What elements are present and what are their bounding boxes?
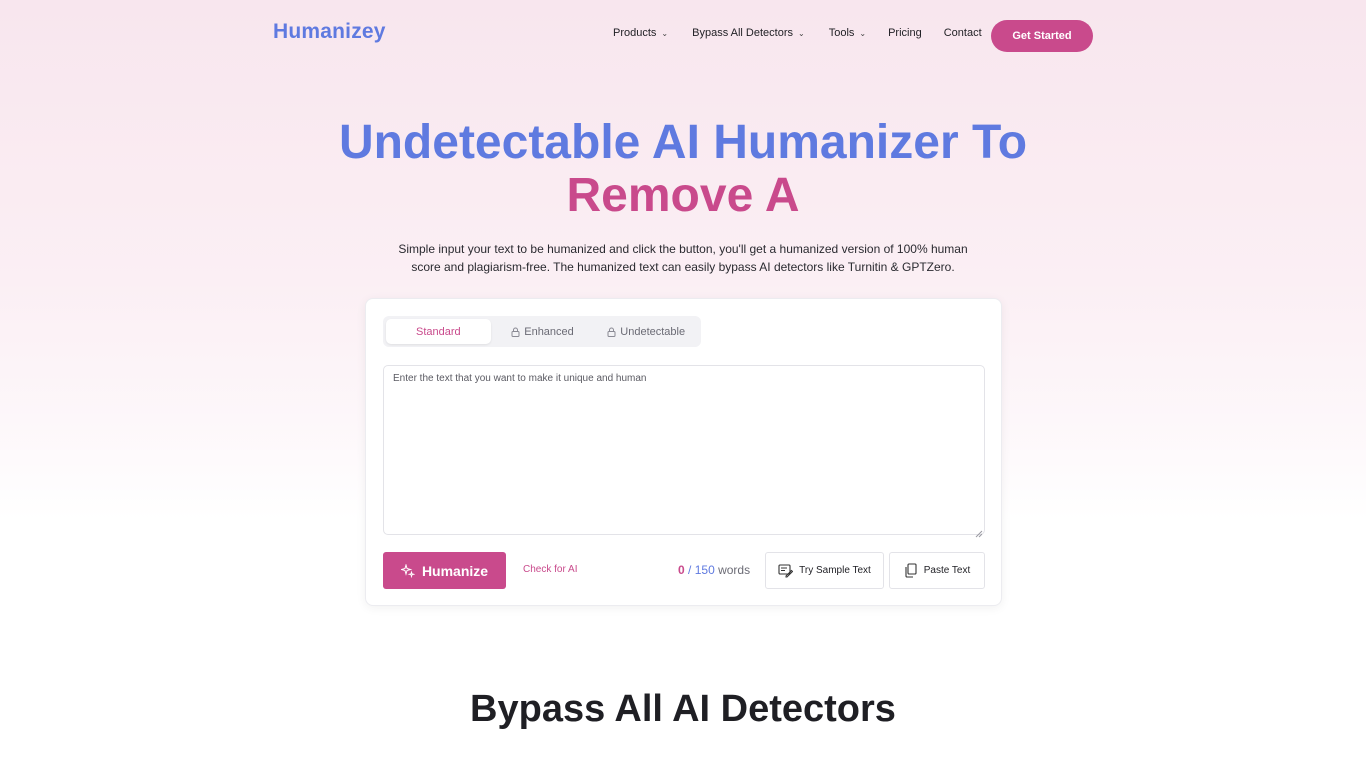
chevron-down-icon: ⌄ bbox=[661, 28, 669, 38]
paste-text-label: Paste Text bbox=[923, 565, 971, 576]
tab-standard[interactable]: Standard bbox=[386, 319, 491, 344]
nav-tools-label: Tools bbox=[828, 27, 855, 39]
logo[interactable]: Humanizey bbox=[273, 20, 386, 44]
nav-bypass-label: Bypass All Detectors bbox=[692, 27, 793, 39]
tab-enhanced[interactable]: Enhanced bbox=[491, 319, 595, 344]
hero-title-line1: Undetectable AI Humanizer To bbox=[338, 116, 1028, 169]
humanizer-card: Standard Enhanced Undetectable Humanize … bbox=[365, 298, 1002, 606]
word-count: 0 bbox=[678, 563, 685, 577]
hero-title-line2: Remove A bbox=[566, 169, 800, 222]
nav-bypass-all-detectors[interactable]: Bypass All Detectors ⌄ bbox=[692, 27, 805, 39]
nav-products[interactable]: Products ⌄ bbox=[613, 27, 668, 39]
tab-undetectable[interactable]: Undetectable bbox=[594, 319, 698, 344]
humanize-button[interactable]: Humanize bbox=[383, 552, 506, 589]
word-counter: 0 / 150 words bbox=[678, 563, 750, 577]
nav-contact[interactable]: Contact bbox=[944, 27, 982, 39]
text-input[interactable] bbox=[383, 365, 985, 535]
mode-tabs: Standard Enhanced Undetectable bbox=[383, 316, 701, 347]
section-title: Bypass All AI Detectors bbox=[470, 688, 896, 730]
nav-tools[interactable]: Tools ⌄ bbox=[829, 27, 866, 39]
word-separator: / bbox=[688, 563, 692, 577]
sparkle-icon bbox=[400, 563, 415, 578]
tab-enhanced-label: Enhanced bbox=[524, 325, 574, 338]
words-label: words bbox=[718, 563, 751, 577]
chevron-down-icon: ⌄ bbox=[859, 28, 867, 38]
lock-icon bbox=[511, 327, 520, 337]
chevron-down-icon: ⌄ bbox=[798, 28, 805, 38]
humanize-label: Humanize bbox=[421, 562, 489, 579]
sample-text-icon bbox=[778, 563, 794, 578]
try-sample-text-label: Try Sample Text bbox=[799, 565, 871, 576]
clipboard-icon bbox=[904, 563, 918, 578]
word-limit: 150 bbox=[694, 563, 715, 577]
check-for-ai-link[interactable]: Check for AI bbox=[523, 564, 577, 575]
hero-subtitle: Simple input your text to be humanized a… bbox=[398, 242, 968, 274]
main-nav: Products ⌄ Bypass All Detectors ⌄ Tools … bbox=[613, 27, 982, 39]
try-sample-text-button[interactable]: Try Sample Text bbox=[765, 552, 884, 589]
nav-products-label: Products bbox=[613, 27, 657, 39]
paste-text-button[interactable]: Paste Text bbox=[889, 552, 985, 589]
get-started-button[interactable]: Get Started bbox=[991, 20, 1093, 52]
resize-grip-icon[interactable] bbox=[975, 525, 983, 538]
tab-undetectable-label: Undetectable bbox=[620, 325, 686, 338]
lock-icon bbox=[607, 327, 616, 337]
nav-pricing[interactable]: Pricing bbox=[888, 27, 922, 39]
